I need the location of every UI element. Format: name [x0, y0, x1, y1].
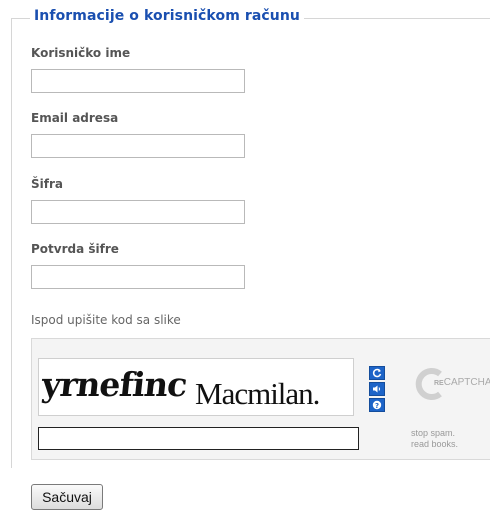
- username-input[interactable]: [31, 69, 245, 93]
- recaptcha-tagline-1: stop spam.: [411, 428, 456, 438]
- svg-text:?: ?: [375, 402, 379, 410]
- username-label: Korisničko ime: [31, 46, 131, 60]
- help-icon[interactable]: ?: [369, 398, 385, 412]
- recaptcha-brand-re: RE: [434, 380, 444, 387]
- recaptcha-brand-name: CAPTCHA™: [443, 377, 490, 388]
- password-label: Šifra: [31, 177, 63, 191]
- email-label: Email adresa: [31, 111, 119, 125]
- captcha-word-2: Macmilan.: [195, 376, 320, 411]
- confirm-password-input[interactable]: [31, 265, 245, 289]
- refresh-icon[interactable]: [369, 366, 385, 380]
- recaptcha-brand: RECAPTCHA™: [434, 377, 490, 388]
- password-input[interactable]: [31, 200, 245, 224]
- fieldset-legend: Informacije o korisničkom računu: [30, 8, 305, 24]
- audio-icon[interactable]: [369, 382, 385, 396]
- email-input[interactable]: [31, 134, 245, 158]
- captcha-prompt: Ispod upišite kod sa slike: [31, 313, 181, 327]
- captcha-image: yrnefinc Macmilan.: [38, 358, 354, 416]
- captcha-word-1: yrnefinc: [39, 365, 189, 404]
- captcha-input[interactable]: [38, 427, 359, 450]
- confirm-password-label: Potvrda šifre: [31, 242, 119, 256]
- recaptcha-tagline-2: read books.: [411, 439, 459, 449]
- save-button[interactable]: Sačuvaj: [31, 484, 103, 510]
